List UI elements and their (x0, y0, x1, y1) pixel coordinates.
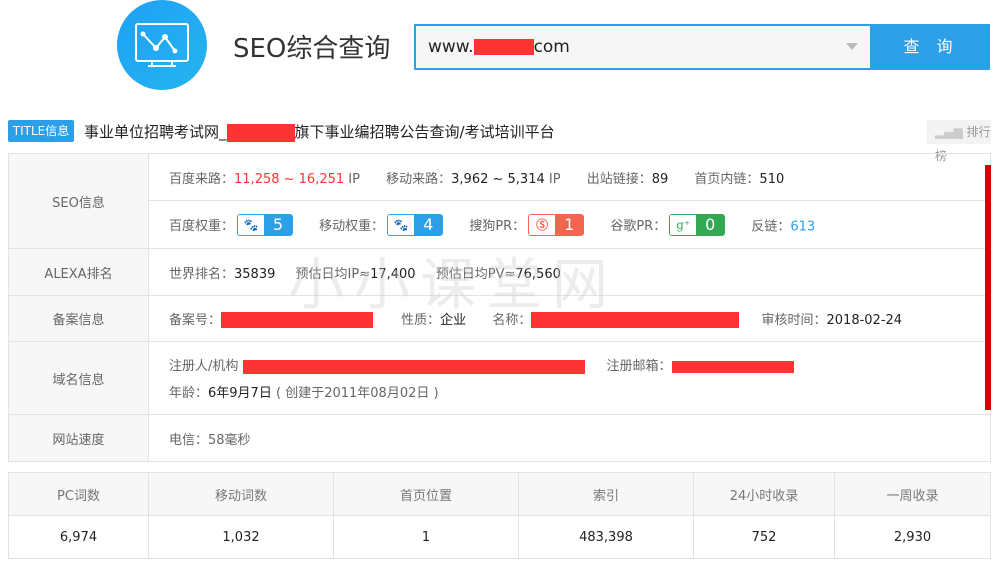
domain-row: 注册人/机构 注册邮箱： 年龄：6年9月7日 ( 创建于2011年08月02日 … (148, 341, 991, 415)
value: 4 (414, 214, 443, 235)
mobile-weight-badge[interactable]: 🐾 4 (387, 213, 444, 236)
redaction (242, 359, 585, 374)
watermark: 小小课堂网 (288, 253, 618, 318)
stats-table: PC词数 移动词数 首页位置 索引 24小时收录 一周收录 6,974 1,03… (8, 472, 991, 559)
speed-label: 网站速度 (8, 414, 149, 462)
mobile-words: 1,032 (148, 515, 334, 559)
label: 注册人/机构 (169, 359, 239, 374)
title-start: 事业单位招聘考试网_ (84, 123, 227, 141)
indexed-24h: 752 (693, 515, 835, 559)
ranking-button[interactable]: ▂▄▆ 排行榜 (927, 120, 991, 163)
bar-chart-icon: ▂▄▆ (935, 125, 967, 139)
mobile-traffic: 3,962 ~ 5,314 (451, 171, 545, 187)
seo-label: SEO信息 (8, 153, 149, 249)
redaction (473, 39, 534, 55)
app-title: SEO综合查询 (233, 34, 391, 64)
paw-icon: 🐾 (238, 214, 265, 235)
google-pr-badge[interactable]: g⁺ 0 (669, 213, 726, 236)
domain-label: 域名信息 (8, 341, 149, 415)
label: 反链： (751, 219, 791, 234)
redaction (671, 360, 794, 373)
label: 世界排名： (169, 266, 235, 282)
monitor-chart-icon (135, 23, 189, 67)
redaction (226, 123, 295, 142)
label: 首页内链： (694, 171, 760, 187)
label: 移动权重： (319, 219, 385, 234)
label: 年龄： (169, 386, 209, 401)
title-end: 旗下事业编招聘公告查询/考试培训平台 (294, 123, 555, 141)
unit: IP (348, 171, 360, 187)
icp-date: 2018-02-24 (826, 312, 903, 328)
logo (117, 0, 207, 90)
baidu-traffic: 11,258 ~ 16,251 (234, 171, 345, 187)
domain-age: 6年9月7日 (208, 386, 272, 401)
label: 搜狗PR： (469, 219, 526, 234)
dropdown-caret-icon[interactable] (846, 43, 858, 50)
icp-label: 备案信息 (8, 295, 149, 342)
unit: IP (548, 171, 561, 187)
value: 1 (555, 214, 584, 235)
search-input[interactable]: www. com (414, 24, 872, 70)
google-plus-icon: g⁺ (670, 214, 697, 235)
seo-traffic-row: 百度来路：11,258 ~ 16,251 IP 移动来路：3,962 ~ 5,3… (148, 153, 991, 201)
label: 出站链接： (586, 171, 652, 187)
index: 483,398 (518, 515, 694, 559)
search-suffix: com (533, 37, 570, 57)
header-mobile-words: 移动词数 (148, 472, 334, 516)
mobile-paw-icon: 🐾 (388, 214, 415, 235)
alexa-label: ALEXA排名 (8, 248, 149, 296)
label: 备案号： (169, 312, 222, 328)
header-24h: 24小时收录 (693, 472, 835, 516)
created-date: ( 创建于2011年08月02日 ) (275, 386, 439, 401)
header-index: 索引 (518, 472, 694, 516)
header-home-position: 首页位置 (333, 472, 519, 516)
header-pc-words: PC词数 (8, 472, 149, 516)
label: 注册邮箱： (606, 359, 672, 374)
home-internal-links: 510 (759, 171, 785, 187)
label: 审核时间： (761, 312, 827, 328)
pc-words: 6,974 (8, 515, 149, 559)
label: 百度权重： (169, 219, 235, 234)
outbound-links: 89 (651, 171, 669, 187)
speed-value: 电信：58毫秒 (148, 414, 991, 462)
label: 移动来路： (386, 171, 452, 187)
sogou-icon: Ⓢ (529, 214, 556, 235)
indexed-week: 2,930 (834, 515, 991, 559)
query-button[interactable]: 查 询 (872, 24, 990, 70)
scroll-indicator (985, 165, 991, 410)
value: 5 (264, 214, 293, 235)
baidu-weight-badge[interactable]: 🐾 5 (237, 213, 294, 236)
sogou-pr-badge[interactable]: Ⓢ 1 (528, 213, 585, 236)
title-badge: TITLE信息 (8, 120, 74, 142)
label: 百度来路： (169, 171, 235, 187)
home-position: 1 (333, 515, 519, 559)
search-prefix: www. (428, 37, 474, 57)
label: 谷歌PR： (610, 219, 667, 234)
header-week: 一周收录 (834, 472, 991, 516)
backlinks[interactable]: 613 (790, 219, 815, 234)
value: 0 (696, 214, 725, 235)
world-rank: 35839 (234, 266, 276, 282)
page-title: 事业单位招聘考试网_ 旗下事业编招聘公告查询/考试培训平台 (84, 121, 555, 142)
